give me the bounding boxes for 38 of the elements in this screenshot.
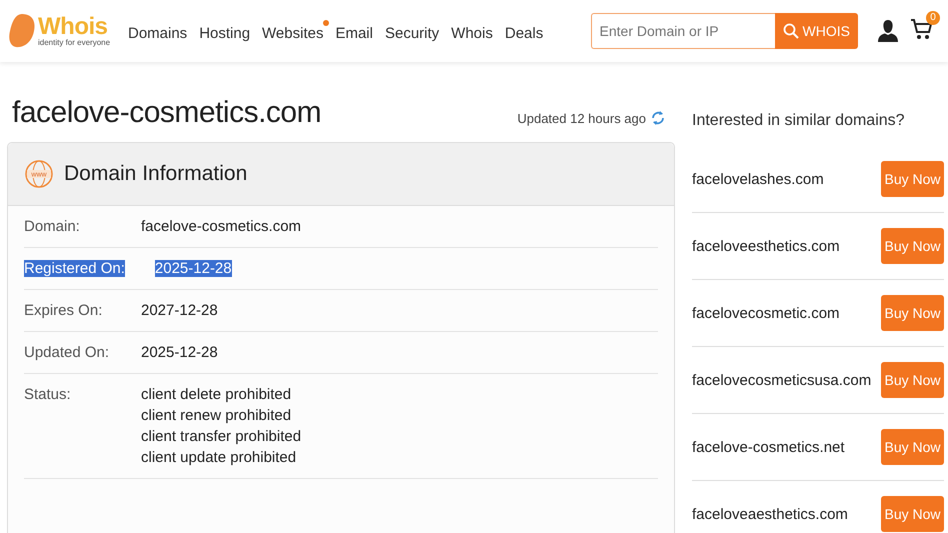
- field-value: 2025-12-28: [154, 260, 232, 277]
- domain-suggestion: facelovecosmeticsusa.com: [692, 372, 872, 388]
- nav-link[interactable]: Security: [384, 20, 440, 42]
- field-value: client update prohibited: [141, 449, 296, 466]
- logo-icon: [8, 13, 36, 49]
- field-value: client renew prohibited: [141, 407, 292, 424]
- field-label: Registered On:: [24, 260, 125, 277]
- page-title: facelove-cosmetics.com: [12, 96, 322, 130]
- field-label: Expires On:: [24, 302, 104, 319]
- logo-name: Whois: [38, 15, 108, 39]
- refresh-icon[interactable]: [651, 110, 665, 126]
- domain-suggestion: faceloveesthetics.com: [692, 238, 840, 254]
- field-value: client delete prohibited: [141, 386, 292, 403]
- cart-count-badge: 0: [926, 10, 940, 24]
- domain-suggestion: facelovelashes.com: [692, 170, 824, 188]
- nav-link[interactable]: Deals: [504, 20, 544, 42]
- nav-link[interactable]: Email: [335, 20, 373, 42]
- logo-tagline: identity for everyone: [38, 39, 110, 47]
- domain-suggestion: faceloveaesthetics.com: [692, 506, 848, 522]
- nav-link[interactable]: Websites: [262, 20, 330, 42]
- updated-text: Updated 12 hours ago: [517, 110, 646, 126]
- search-field[interactable]: Enter Domain or IP: [590, 13, 775, 49]
- domain-suggestion: facelove-cosmetics.net: [692, 438, 845, 456]
- card-title: Domain Information: [64, 162, 248, 186]
- field-value: client transfer prohibited: [141, 428, 302, 445]
- similar-title: Interested in similar domains?: [692, 112, 906, 131]
- field-label: Domain:: [24, 218, 81, 235]
- search-icon: [782, 23, 799, 39]
- user-icon[interactable]: [878, 20, 898, 42]
- field-label: Updated On:: [24, 344, 110, 361]
- nav-link[interactable]: Hosting: [199, 20, 250, 42]
- nav-link[interactable]: Domains: [128, 20, 188, 42]
- nav-link[interactable]: Whois: [451, 20, 493, 42]
- field-label: Status:: [24, 386, 72, 403]
- domain-suggestion: facelovecosmetic.com: [692, 304, 840, 322]
- field-value: facelove-cosmetics.com: [141, 218, 302, 235]
- field-value: 2025-12-28: [141, 344, 218, 361]
- field-value: 2027-12-28: [141, 302, 218, 319]
